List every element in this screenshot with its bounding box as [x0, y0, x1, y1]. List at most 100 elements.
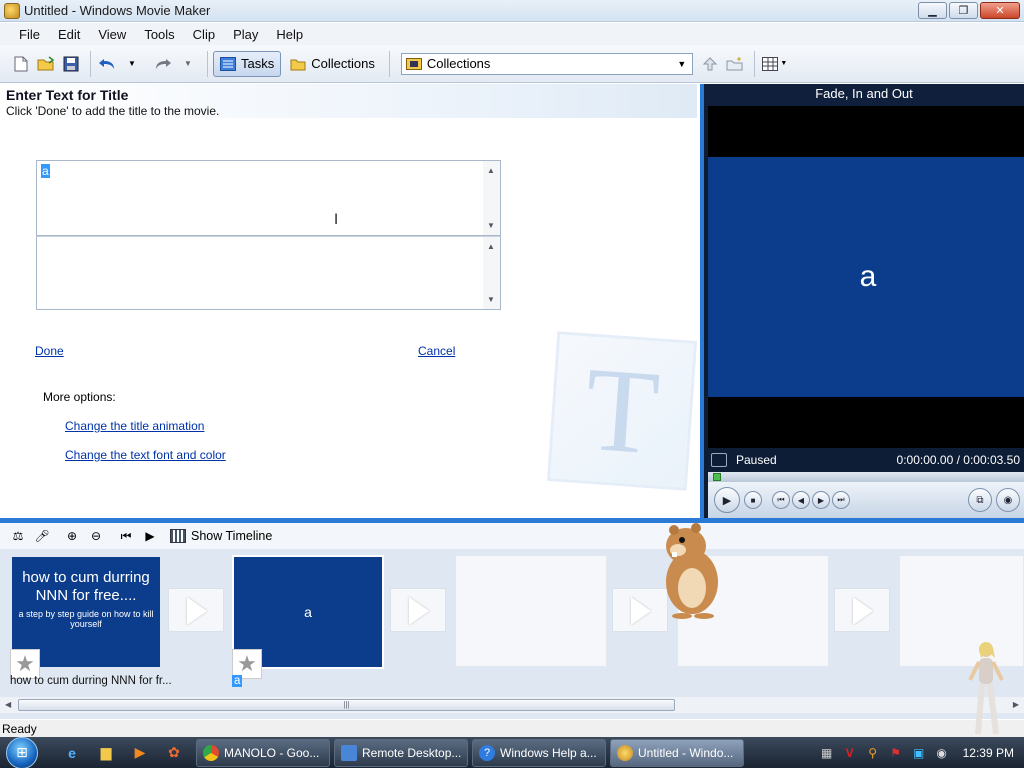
menu-help[interactable]: Help [267, 25, 312, 44]
tray-app-icon[interactable]: ▦ [818, 744, 836, 762]
step-forward-button[interactable]: ▶ [812, 491, 830, 509]
app-icon: ✿ [168, 744, 180, 760]
minimize-button[interactable]: ▁ [918, 2, 947, 19]
main-toolbar: ▼ ▼ Tasks Collections Collections ▼ ▼ [0, 45, 1024, 83]
open-folder-icon [37, 55, 55, 70]
collections-button[interactable]: Collections [283, 51, 382, 77]
storyboard-scrollbar[interactable]: ◀ ||| ▶ [0, 697, 1024, 713]
storyboard: how to cum durring NNN for free.... a st… [0, 549, 1024, 719]
scrollbar-thumb[interactable]: ||| [18, 699, 675, 711]
transition-slot-4[interactable] [834, 588, 890, 632]
new-collection-folder-button[interactable] [724, 53, 746, 75]
clip-2-caption[interactable]: a [232, 675, 243, 687]
step-back-button[interactable]: ◀ [792, 491, 810, 509]
menu-clip[interactable]: Clip [184, 25, 224, 44]
restore-button[interactable]: ❐ [949, 2, 978, 19]
network-icon[interactable]: ▣ [910, 744, 928, 762]
volume-icon[interactable]: ◉ [933, 744, 951, 762]
selected-title-text: a [41, 164, 50, 178]
taskbar-item-windows-help[interactable]: ? Windows Help a... [472, 738, 606, 767]
change-text-font-color-link[interactable]: Change the text font and color [65, 448, 226, 462]
redo-button[interactable] [152, 53, 174, 75]
menu-edit[interactable]: Edit [49, 25, 89, 44]
chevron-down-icon: ▼ [677, 58, 687, 69]
letterbox-top [708, 106, 1024, 157]
scroll-up-icon[interactable]: ▲ [487, 166, 495, 175]
next-frame-button[interactable]: ⏭ [832, 491, 850, 509]
done-link[interactable]: Done [35, 344, 64, 358]
play-button[interactable]: ▶ [714, 487, 740, 513]
search-icon[interactable]: ⚲ [864, 744, 882, 762]
take-picture-button[interactable]: ◉ [996, 488, 1020, 512]
antivirus-icon[interactable]: V [841, 744, 859, 762]
set-audio-levels-button[interactable]: ⚖ [8, 526, 28, 546]
quicklaunch-internet-explorer[interactable]: e [60, 741, 84, 765]
seek-bar[interactable] [708, 472, 1024, 482]
storyboard-clip-2[interactable]: a ★ [232, 555, 386, 679]
taskbar-item-label: Windows Help a... [500, 745, 597, 760]
skip-forward-icon: ⏭ [837, 495, 845, 504]
previous-frame-button[interactable]: ⏮ [772, 491, 790, 509]
camera-icon: ◉ [1003, 494, 1013, 506]
collection-up-button[interactable] [699, 53, 721, 75]
tasks-button[interactable]: Tasks [213, 50, 282, 77]
quicklaunch-app[interactable]: ✿ [162, 741, 186, 765]
quicklaunch-explorer[interactable]: ▆ [94, 741, 118, 765]
scroll-right-icon[interactable]: ▶ [1013, 700, 1019, 709]
transition-slot-1[interactable] [168, 588, 224, 632]
close-button[interactable]: ✕ [980, 2, 1020, 19]
scroll-down-icon[interactable]: ▼ [487, 295, 495, 304]
narrate-button[interactable]: 🎤︎ [32, 526, 52, 546]
stop-button[interactable]: ■ [744, 491, 762, 509]
views-button[interactable]: ▼ [760, 53, 790, 75]
scroll-up-icon[interactable]: ▲ [487, 242, 495, 251]
redo-dropdown[interactable]: ▼ [177, 53, 199, 75]
new-project-button[interactable] [10, 53, 32, 75]
zoom-out-button[interactable]: ⊖ [86, 526, 106, 546]
menu-file[interactable]: File [10, 25, 49, 44]
subtitle-text-input[interactable]: ▲ ▼ [36, 236, 501, 310]
menu-play[interactable]: Play [224, 25, 267, 44]
undo-dropdown[interactable]: ▼ [121, 53, 143, 75]
undo-button[interactable] [96, 53, 118, 75]
flag-icon[interactable]: ⚑ [887, 744, 905, 762]
clip-1-caption[interactable]: how to cum durring NNN for fr... [10, 675, 172, 687]
cancel-link[interactable]: Cancel [418, 344, 455, 358]
monitor-icon[interactable] [711, 453, 727, 467]
zoom-in-button[interactable]: ⊕ [62, 526, 82, 546]
start-button[interactable]: ⊞ [6, 736, 38, 768]
menu-tools[interactable]: Tools [135, 25, 183, 44]
preview-screen: a [708, 157, 1024, 397]
title-input-scrollbar[interactable]: ▲ ▼ [483, 161, 500, 235]
movie-maker-app-icon[interactable] [4, 2, 20, 19]
title-text-input[interactable]: a Ⅰ ▲ ▼ [36, 160, 501, 236]
scroll-left-icon[interactable]: ◀ [5, 700, 11, 709]
storyboard-clip-1[interactable]: how to cum durring NNN for free.... a st… [10, 557, 164, 679]
windows-taskbar: ⊞ e ▆ ▶ ✿ MANOLO - Goo... Remote Desktop… [0, 736, 1024, 768]
play-storyboard-button[interactable]: ▶ [140, 526, 160, 546]
transition-arrow-icon [187, 597, 207, 625]
scroll-down-icon[interactable]: ▼ [487, 221, 495, 230]
subtitle-input-scrollbar[interactable]: ▲ ▼ [483, 237, 500, 309]
undo-icon [99, 58, 114, 69]
show-timeline-button[interactable]: Show Timeline [170, 529, 272, 543]
split-clip-button[interactable]: ⧉ [968, 488, 992, 512]
clock[interactable]: 12:39 PM [963, 746, 1014, 760]
rewind-storyboard-button[interactable]: ⏮ [116, 526, 136, 546]
seek-thumb[interactable] [713, 473, 721, 481]
taskbar-item-movie-maker[interactable]: Untitled - Windo... [610, 738, 744, 767]
collections-dropdown[interactable]: Collections ▼ [400, 52, 693, 75]
playback-status: Paused [736, 453, 777, 467]
title-task-pane: Enter Text for Title Click 'Done' to add… [0, 84, 697, 518]
transition-slot-2[interactable] [390, 588, 446, 632]
change-title-animation-link[interactable]: Change the title animation [65, 419, 204, 433]
empty-clip-slot[interactable] [455, 555, 607, 667]
internet-explorer-icon: e [68, 744, 76, 761]
quicklaunch-media-player[interactable]: ▶ [128, 741, 152, 765]
save-project-button[interactable] [60, 53, 82, 75]
menu-view[interactable]: View [89, 25, 135, 44]
open-project-button[interactable] [35, 53, 57, 75]
status-bar: Ready [0, 720, 1024, 737]
taskbar-item-remote-desktop[interactable]: Remote Desktop... [334, 738, 468, 767]
taskbar-item-chrome[interactable]: MANOLO - Goo... [196, 738, 330, 767]
